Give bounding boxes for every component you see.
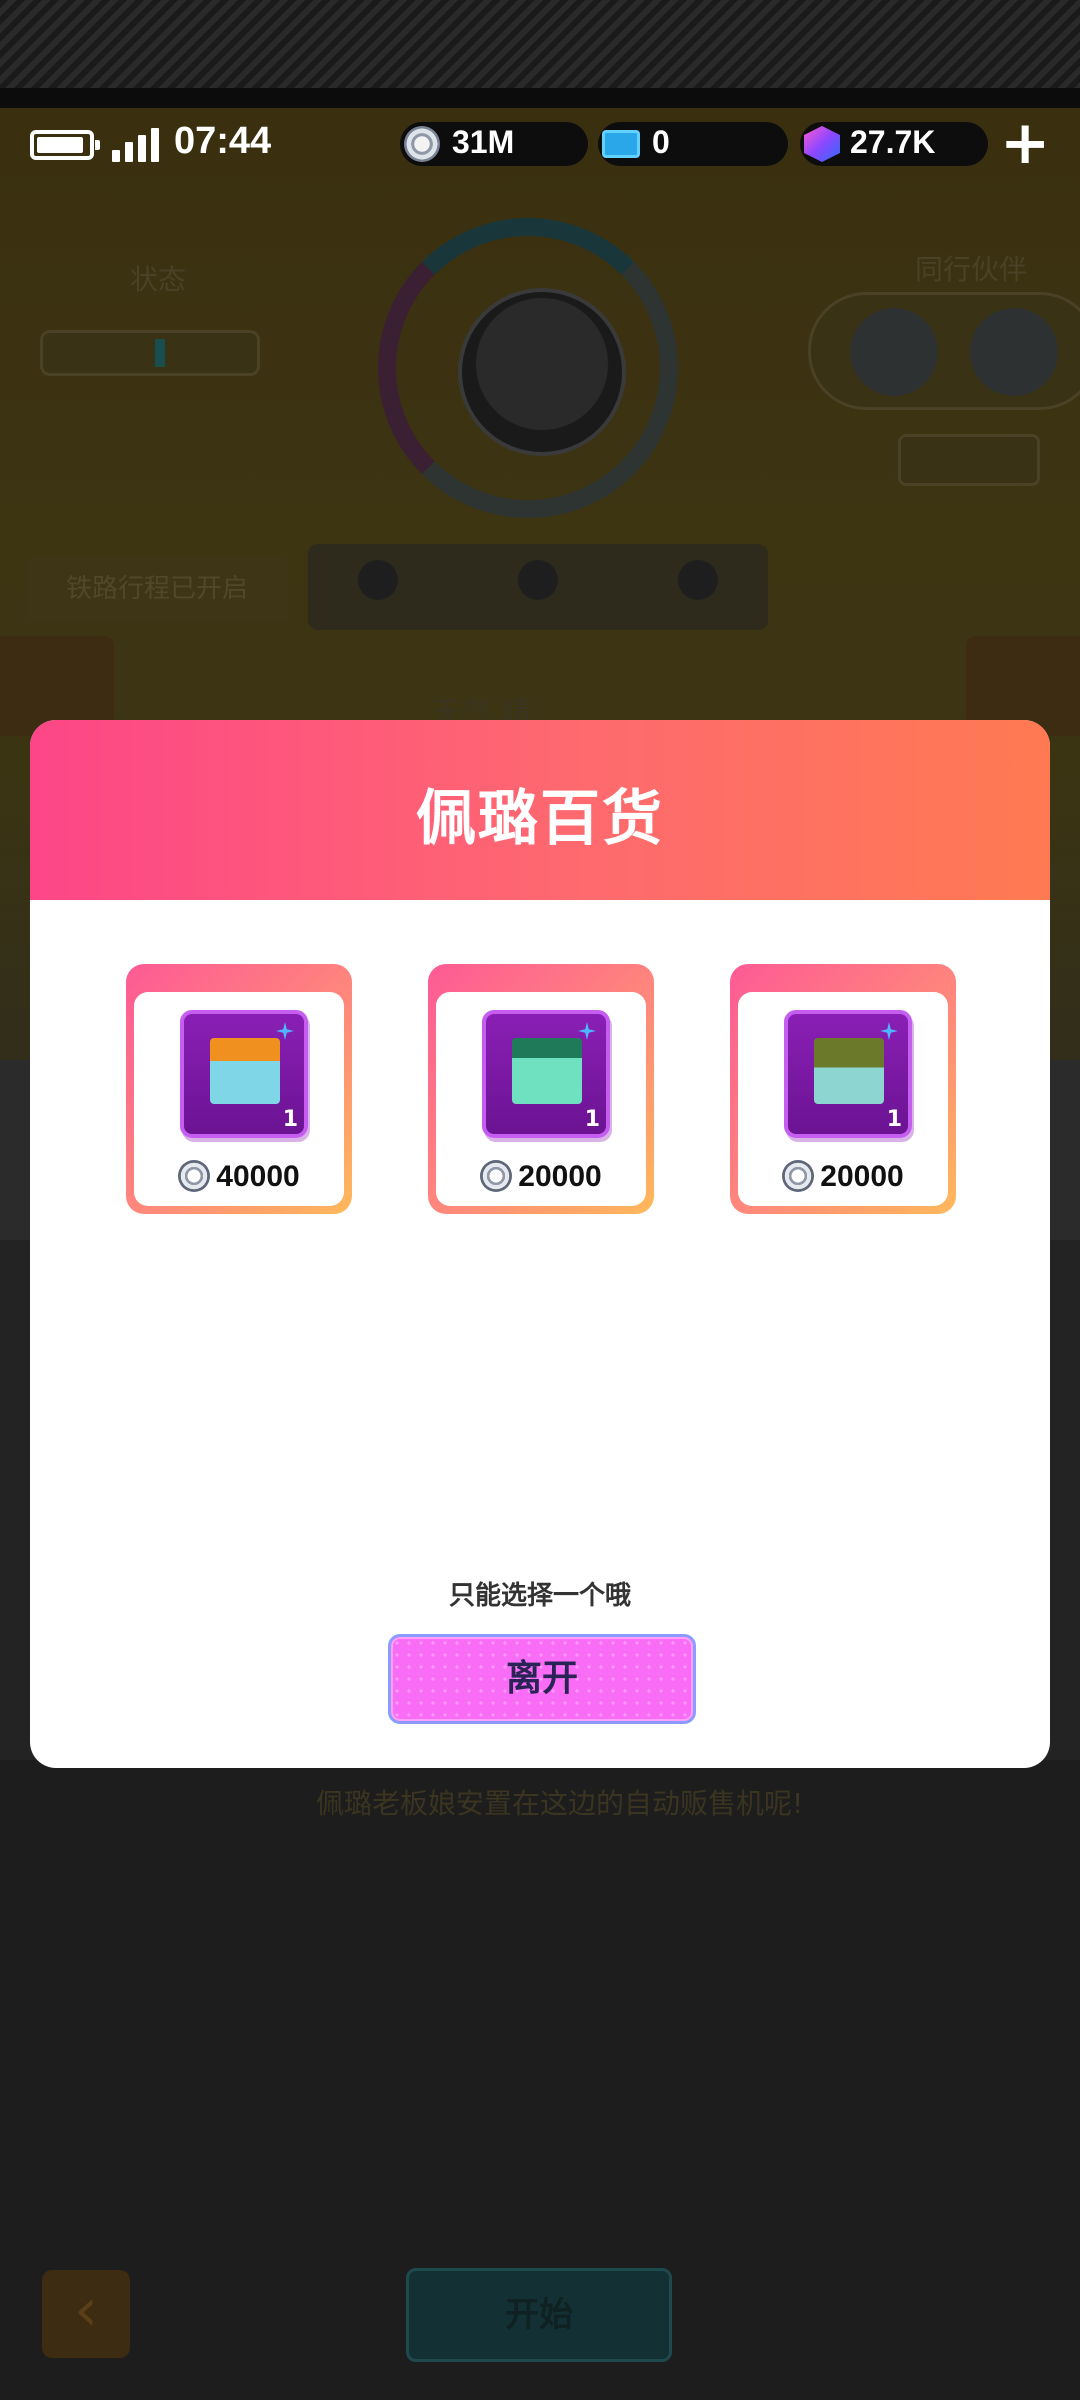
item-price: 40000 (134, 1160, 344, 1194)
shop-item-card[interactable]: 1 20000 (730, 964, 956, 1214)
item-quantity: 1 (584, 1107, 600, 1132)
start-button[interactable]: 开始 (406, 2268, 672, 2362)
signal-icon (112, 128, 160, 162)
item-price-value: 40000 (216, 1160, 300, 1193)
coins-value: 31M (452, 124, 515, 160)
selection-hint: 只能选择一个哦 (448, 1581, 631, 1611)
add-currency-button[interactable]: + (1000, 113, 1050, 173)
player-avatar[interactable] (458, 288, 626, 456)
chevron-left-icon: ‹ (74, 2275, 98, 2345)
item-icon-frame: 1 (180, 1010, 308, 1138)
item-quantity: 1 (886, 1107, 902, 1132)
shop-modal: 佩璐百货 1 40000 1 20000 1 20000 只能选择一个哦 离开 (30, 720, 1050, 1768)
ticket-icon (602, 130, 640, 158)
sparkle-icon (578, 1022, 596, 1040)
item-price-value: 20000 (820, 1160, 904, 1193)
scene-subtitle: 佩璐老板娘安置在这边的自动贩售机呢! (316, 1787, 804, 1820)
mood-face-icon[interactable] (358, 560, 398, 600)
shop-item-card[interactable]: 1 40000 (126, 964, 352, 1214)
modal-title: 佩璐百货 (416, 784, 664, 854)
item-price: 20000 (738, 1160, 948, 1194)
item-price-value: 20000 (518, 1160, 602, 1193)
coin-icon (404, 126, 440, 162)
coin-icon (480, 1160, 513, 1192)
status-pill: 铁路行程已开启 (26, 556, 288, 622)
shop-item-body: 1 40000 (134, 992, 344, 1206)
companion-slot[interactable] (970, 308, 1058, 396)
item-icon-frame: 1 (784, 1010, 912, 1138)
coin-icon (782, 1160, 815, 1192)
mood-label: 状态 (130, 263, 187, 296)
mood-selector (308, 544, 768, 630)
sparkle-icon (276, 1022, 294, 1040)
companions-label: 同行伙伴 (915, 253, 1028, 286)
mood-bar (40, 330, 260, 376)
sparkle-icon (880, 1022, 898, 1040)
leave-button[interactable]: 离开 (388, 1634, 696, 1724)
item-icon-frame: 1 (482, 1010, 610, 1138)
clock: 07:44 (174, 120, 272, 162)
top-notch-bar (0, 0, 1080, 108)
shop-item-body: 1 20000 (738, 992, 948, 1206)
green-hair-girl-icon (512, 1038, 582, 1104)
tickets-value: 0 (652, 124, 670, 160)
back-button[interactable]: ‹ (42, 2270, 130, 2358)
item-price: 20000 (436, 1160, 646, 1194)
coin-icon (178, 1160, 211, 1192)
shop-item-body: 1 20000 (436, 992, 646, 1206)
battery-icon (30, 130, 100, 160)
camo-hat-girl-icon (814, 1038, 884, 1104)
shop-item-card[interactable]: 1 20000 (428, 964, 654, 1214)
mood-face-icon[interactable] (678, 560, 718, 600)
item-quantity: 1 (282, 1107, 298, 1132)
gems-value: 27.7K (850, 124, 936, 160)
mood-face-icon[interactable] (518, 560, 558, 600)
orange-hair-girl-icon (210, 1038, 280, 1104)
companion-slot[interactable] (850, 308, 938, 396)
companion-button[interactable] (898, 434, 1040, 486)
